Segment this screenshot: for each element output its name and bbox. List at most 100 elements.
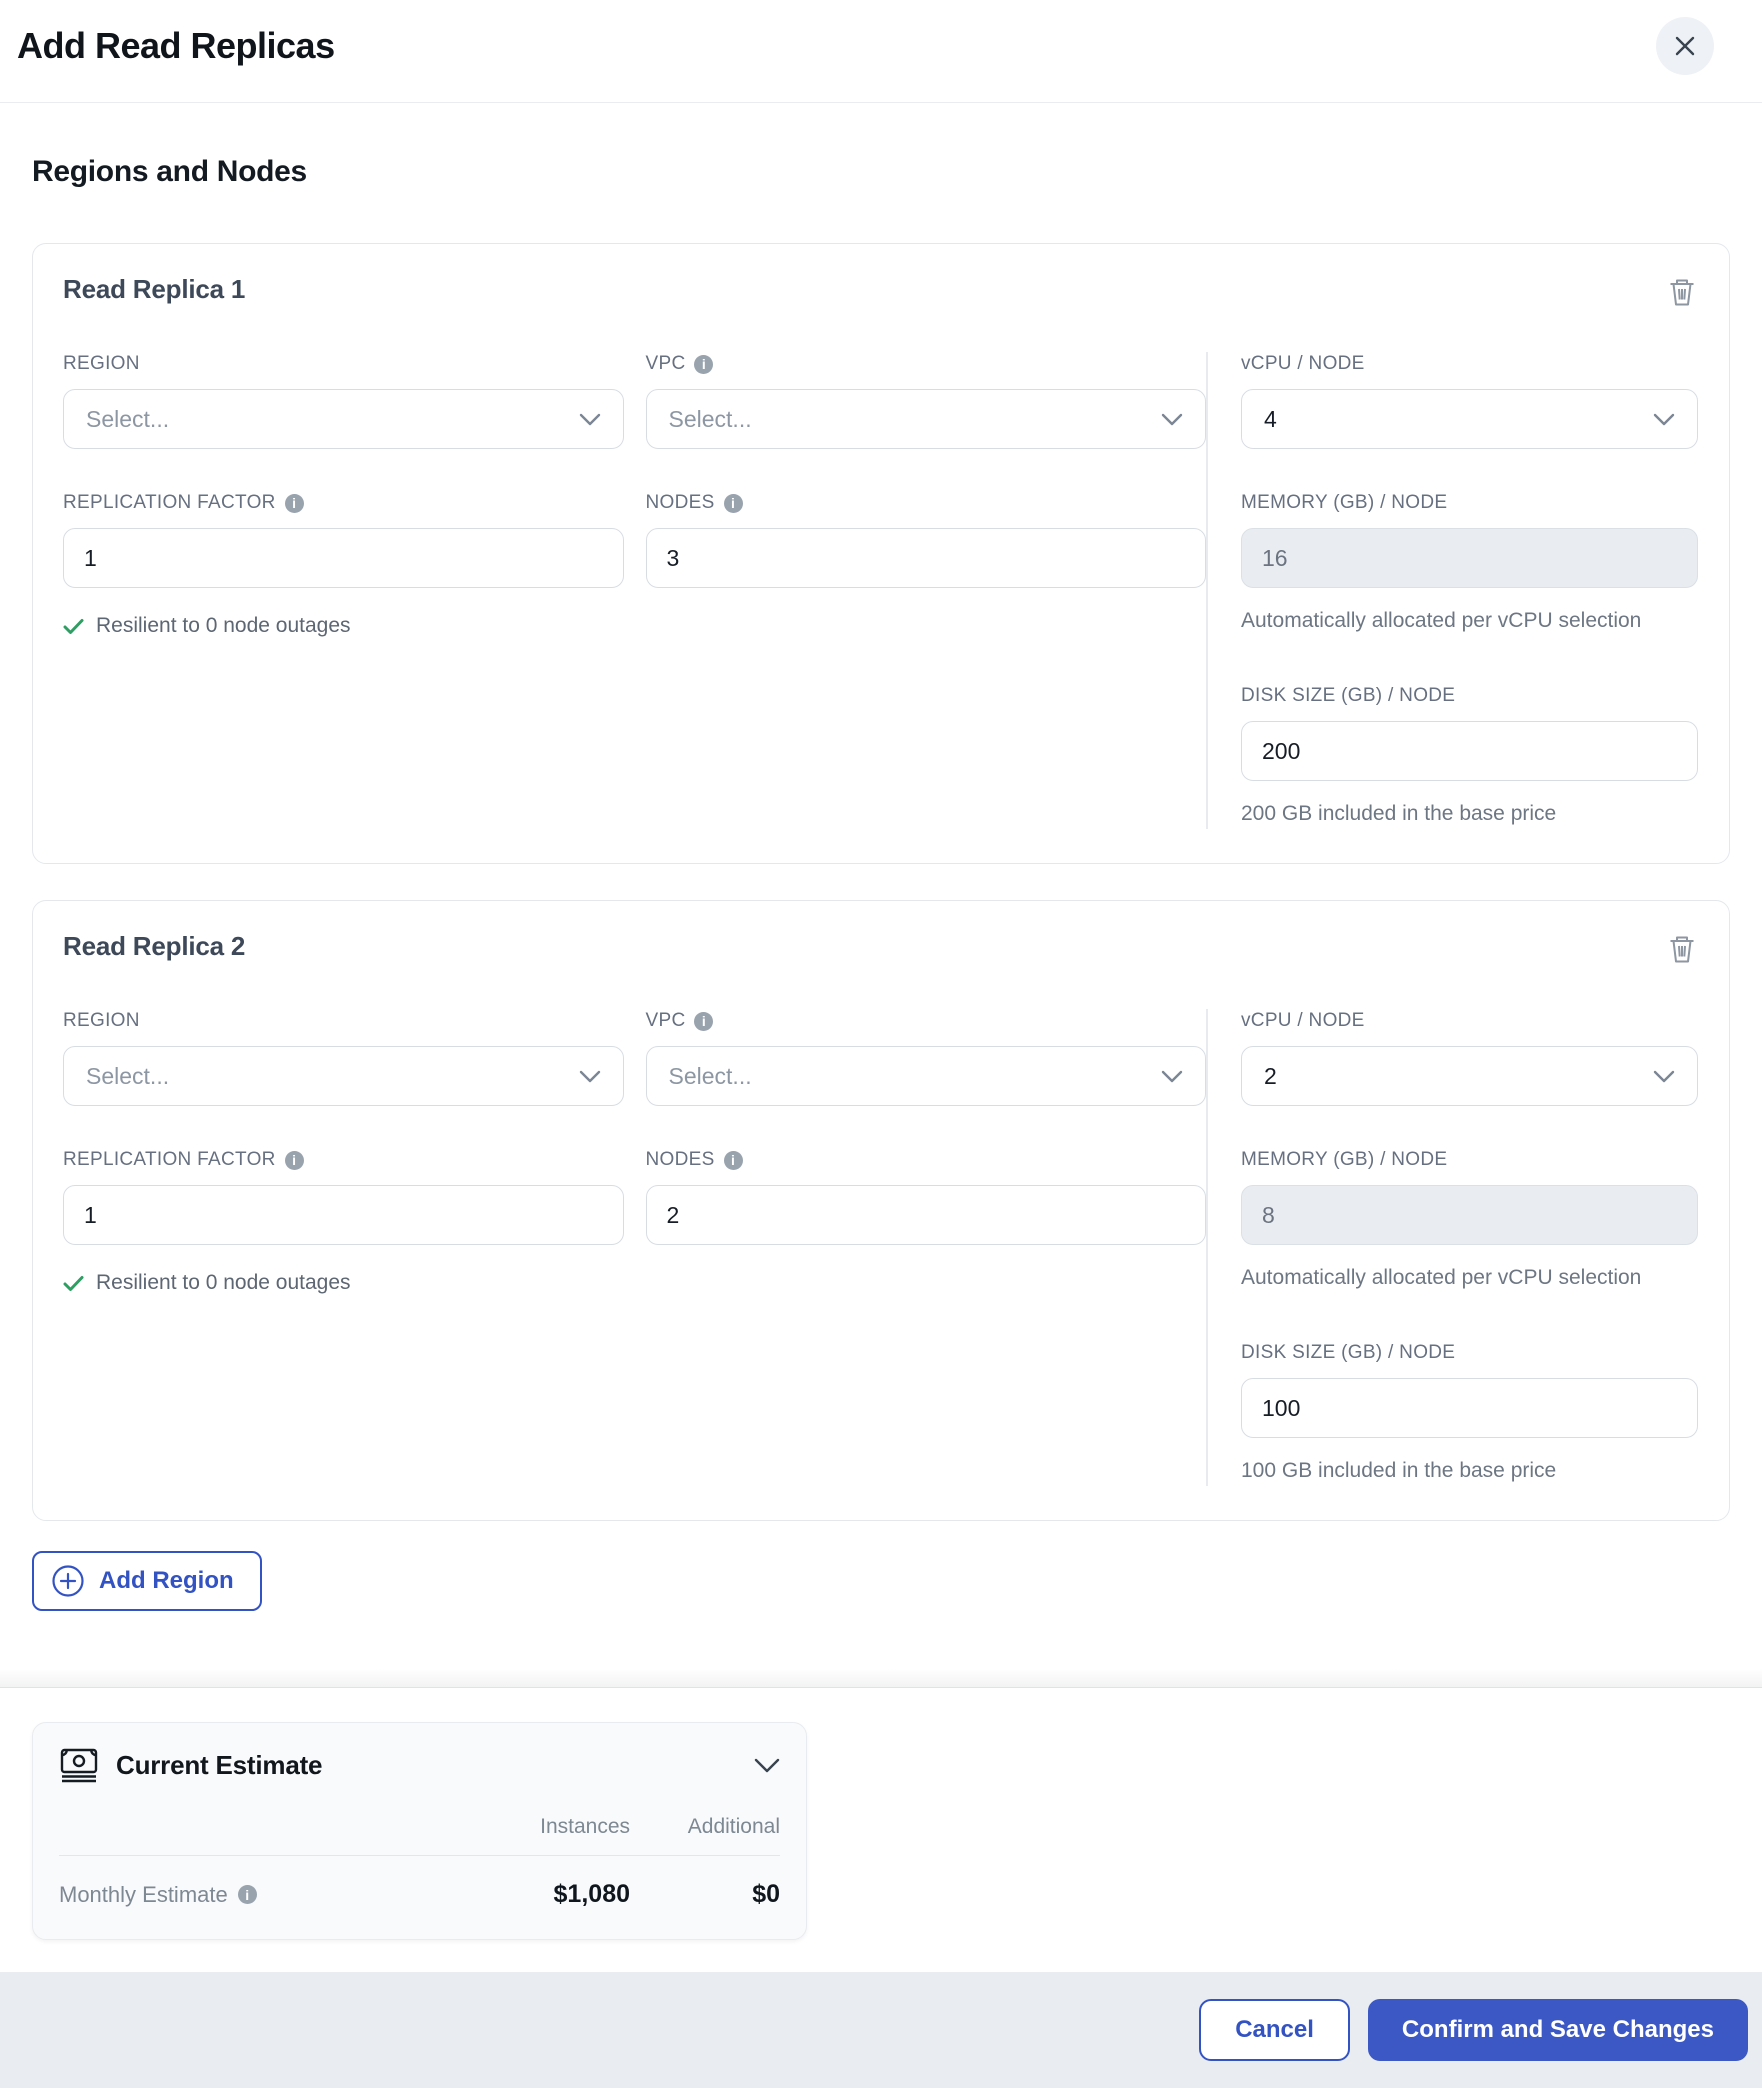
chevron-down-icon: [579, 413, 601, 426]
region-label: REGION: [63, 1010, 140, 1031]
vpc-select-placeholder: Select...: [668, 1062, 752, 1089]
monthly-estimate-row: Monthly Estimate i $1,080 $0: [59, 1880, 780, 1909]
vcpu-select-value: 4: [1264, 405, 1277, 432]
region-select-placeholder: Select...: [86, 405, 170, 432]
monthly-estimate-additional-value: $0: [752, 1880, 780, 1908]
monthly-estimate-instances-value: $1,080: [553, 1880, 630, 1908]
cancel-button[interactable]: Cancel: [1199, 1999, 1350, 2061]
divider: [59, 1855, 780, 1856]
nodes-field: NODES i: [645, 491, 1206, 638]
vcpu-select[interactable]: 2: [1241, 1046, 1698, 1106]
chevron-down-icon: [579, 1070, 601, 1083]
column-header-additional: Additional: [687, 1815, 780, 1838]
close-icon: [1673, 34, 1697, 58]
trash-icon: [1667, 276, 1697, 308]
money-icon: [59, 1747, 99, 1783]
vcpu-field: vCPU / NODE 2: [1241, 1009, 1698, 1106]
memory-note: Automatically allocated per vCPU selecti…: [1241, 1266, 1642, 1289]
plus-circle-icon: [50, 1563, 86, 1599]
vpc-field: VPC i Select...: [645, 352, 1206, 449]
replication-factor-label: REPLICATION FACTOR: [63, 1149, 276, 1170]
vpc-field: VPC i Select...: [645, 1009, 1206, 1106]
estimate-header-toggle[interactable]: Current Estimate: [59, 1747, 780, 1783]
vpc-label: VPC: [645, 353, 686, 374]
region-label: REGION: [63, 353, 140, 374]
vpc-select-placeholder: Select...: [668, 405, 752, 432]
nodes-label: NODES: [645, 492, 715, 513]
info-icon[interactable]: i: [723, 1150, 743, 1170]
trash-icon: [1667, 933, 1697, 965]
region-field: REGION Select...: [63, 1009, 624, 1106]
disk-note: 200 GB included in the base price: [1241, 802, 1557, 825]
nodes-label: NODES: [645, 1149, 715, 1170]
replication-factor-field: REPLICATION FACTOR i Resilient to 0 node…: [63, 491, 624, 638]
chevron-down-icon: [1161, 1070, 1183, 1083]
region-select-placeholder: Select...: [86, 1062, 170, 1089]
read-replica-card-2: Read Replica 2 REGION Select... VPC i Se…: [32, 900, 1730, 1521]
disk-size-label: DISK SIZE (GB) / NODE: [1241, 685, 1456, 706]
read-replica-card-1: Read Replica 1 REGION Select... VPC i Se…: [32, 243, 1730, 864]
vcpu-label: vCPU / NODE: [1241, 353, 1365, 374]
nodes-input[interactable]: [645, 1185, 1206, 1245]
resilience-text: Resilient to 0 node outages: [96, 1271, 351, 1294]
replication-factor-input[interactable]: [63, 528, 624, 588]
modal-header: Add Read Replicas: [0, 0, 1762, 103]
info-icon[interactable]: i: [694, 354, 714, 374]
column-header-instances: Instances: [540, 1815, 630, 1838]
chevron-down-icon: [1653, 413, 1675, 426]
estimate-title: Current Estimate: [116, 1749, 323, 1780]
add-read-replicas-modal: Add Read Replicas Regions and Nodes Read…: [0, 0, 1762, 2088]
vcpu-select-value: 2: [1264, 1062, 1277, 1089]
check-icon: [63, 618, 84, 635]
memory-label: MEMORY (GB) / NODE: [1241, 492, 1448, 513]
resilience-text: Resilient to 0 node outages: [96, 614, 351, 637]
close-button[interactable]: [1656, 17, 1714, 75]
disk-size-input[interactable]: [1241, 1378, 1698, 1438]
memory-field: MEMORY (GB) / NODE Automatically allocat…: [1241, 491, 1698, 636]
info-icon[interactable]: i: [284, 493, 304, 513]
region-field: REGION Select...: [63, 352, 624, 449]
delete-replica-button[interactable]: [1665, 931, 1699, 967]
region-select[interactable]: Select...: [63, 389, 624, 449]
info-icon[interactable]: i: [237, 1885, 257, 1904]
check-icon: [63, 1275, 84, 1292]
memory-input: [1241, 1185, 1698, 1245]
delete-replica-button[interactable]: [1665, 274, 1699, 310]
replica-title: Read Replica 1: [63, 274, 246, 304]
chevron-down-icon: [1161, 413, 1183, 426]
add-region-label: Add Region: [99, 1567, 234, 1594]
chevron-down-icon[interactable]: [754, 1758, 780, 1773]
nodes-input[interactable]: [645, 528, 1206, 588]
replication-factor-label: REPLICATION FACTOR: [63, 492, 276, 513]
disk-size-label: DISK SIZE (GB) / NODE: [1241, 1342, 1456, 1363]
estimate-section: Current Estimate Instances Additional Mo…: [0, 1688, 1762, 1972]
add-region-button[interactable]: Add Region: [32, 1551, 262, 1611]
monthly-estimate-label: Monthly Estimate: [59, 1881, 228, 1907]
region-select[interactable]: Select...: [63, 1046, 624, 1106]
disk-size-field: DISK SIZE (GB) / NODE 100 GB included in…: [1241, 1341, 1698, 1486]
replication-factor-field: REPLICATION FACTOR i Resilient to 0 node…: [63, 1148, 624, 1295]
vpc-select[interactable]: Select...: [645, 389, 1206, 449]
modal-footer: Cancel Confirm and Save Changes: [0, 1972, 1762, 2088]
disk-note: 100 GB included in the base price: [1241, 1459, 1557, 1482]
memory-input: [1241, 528, 1698, 588]
info-icon[interactable]: i: [694, 1011, 714, 1031]
modal-body: Regions and Nodes Read Replica 1 REGION …: [0, 103, 1762, 1688]
vpc-select[interactable]: Select...: [645, 1046, 1206, 1106]
info-icon[interactable]: i: [723, 493, 743, 513]
page-title: Add Read Replicas: [17, 25, 335, 66]
vcpu-field: vCPU / NODE 4: [1241, 352, 1698, 449]
current-estimate-panel: Current Estimate Instances Additional Mo…: [32, 1722, 807, 1940]
vcpu-select[interactable]: 4: [1241, 389, 1698, 449]
disk-size-input[interactable]: [1241, 721, 1698, 781]
confirm-save-button[interactable]: Confirm and Save Changes: [1367, 1999, 1748, 2061]
replication-factor-input[interactable]: [63, 1185, 624, 1245]
vpc-label: VPC: [645, 1010, 686, 1031]
disk-size-field: DISK SIZE (GB) / NODE 200 GB included in…: [1241, 684, 1698, 829]
replica-title: Read Replica 2: [63, 931, 246, 961]
memory-field: MEMORY (GB) / NODE Automatically allocat…: [1241, 1148, 1698, 1293]
vcpu-label: vCPU / NODE: [1241, 1010, 1365, 1031]
chevron-down-icon: [1653, 1070, 1675, 1083]
section-title: Regions and Nodes: [32, 155, 307, 188]
info-icon[interactable]: i: [284, 1150, 304, 1170]
